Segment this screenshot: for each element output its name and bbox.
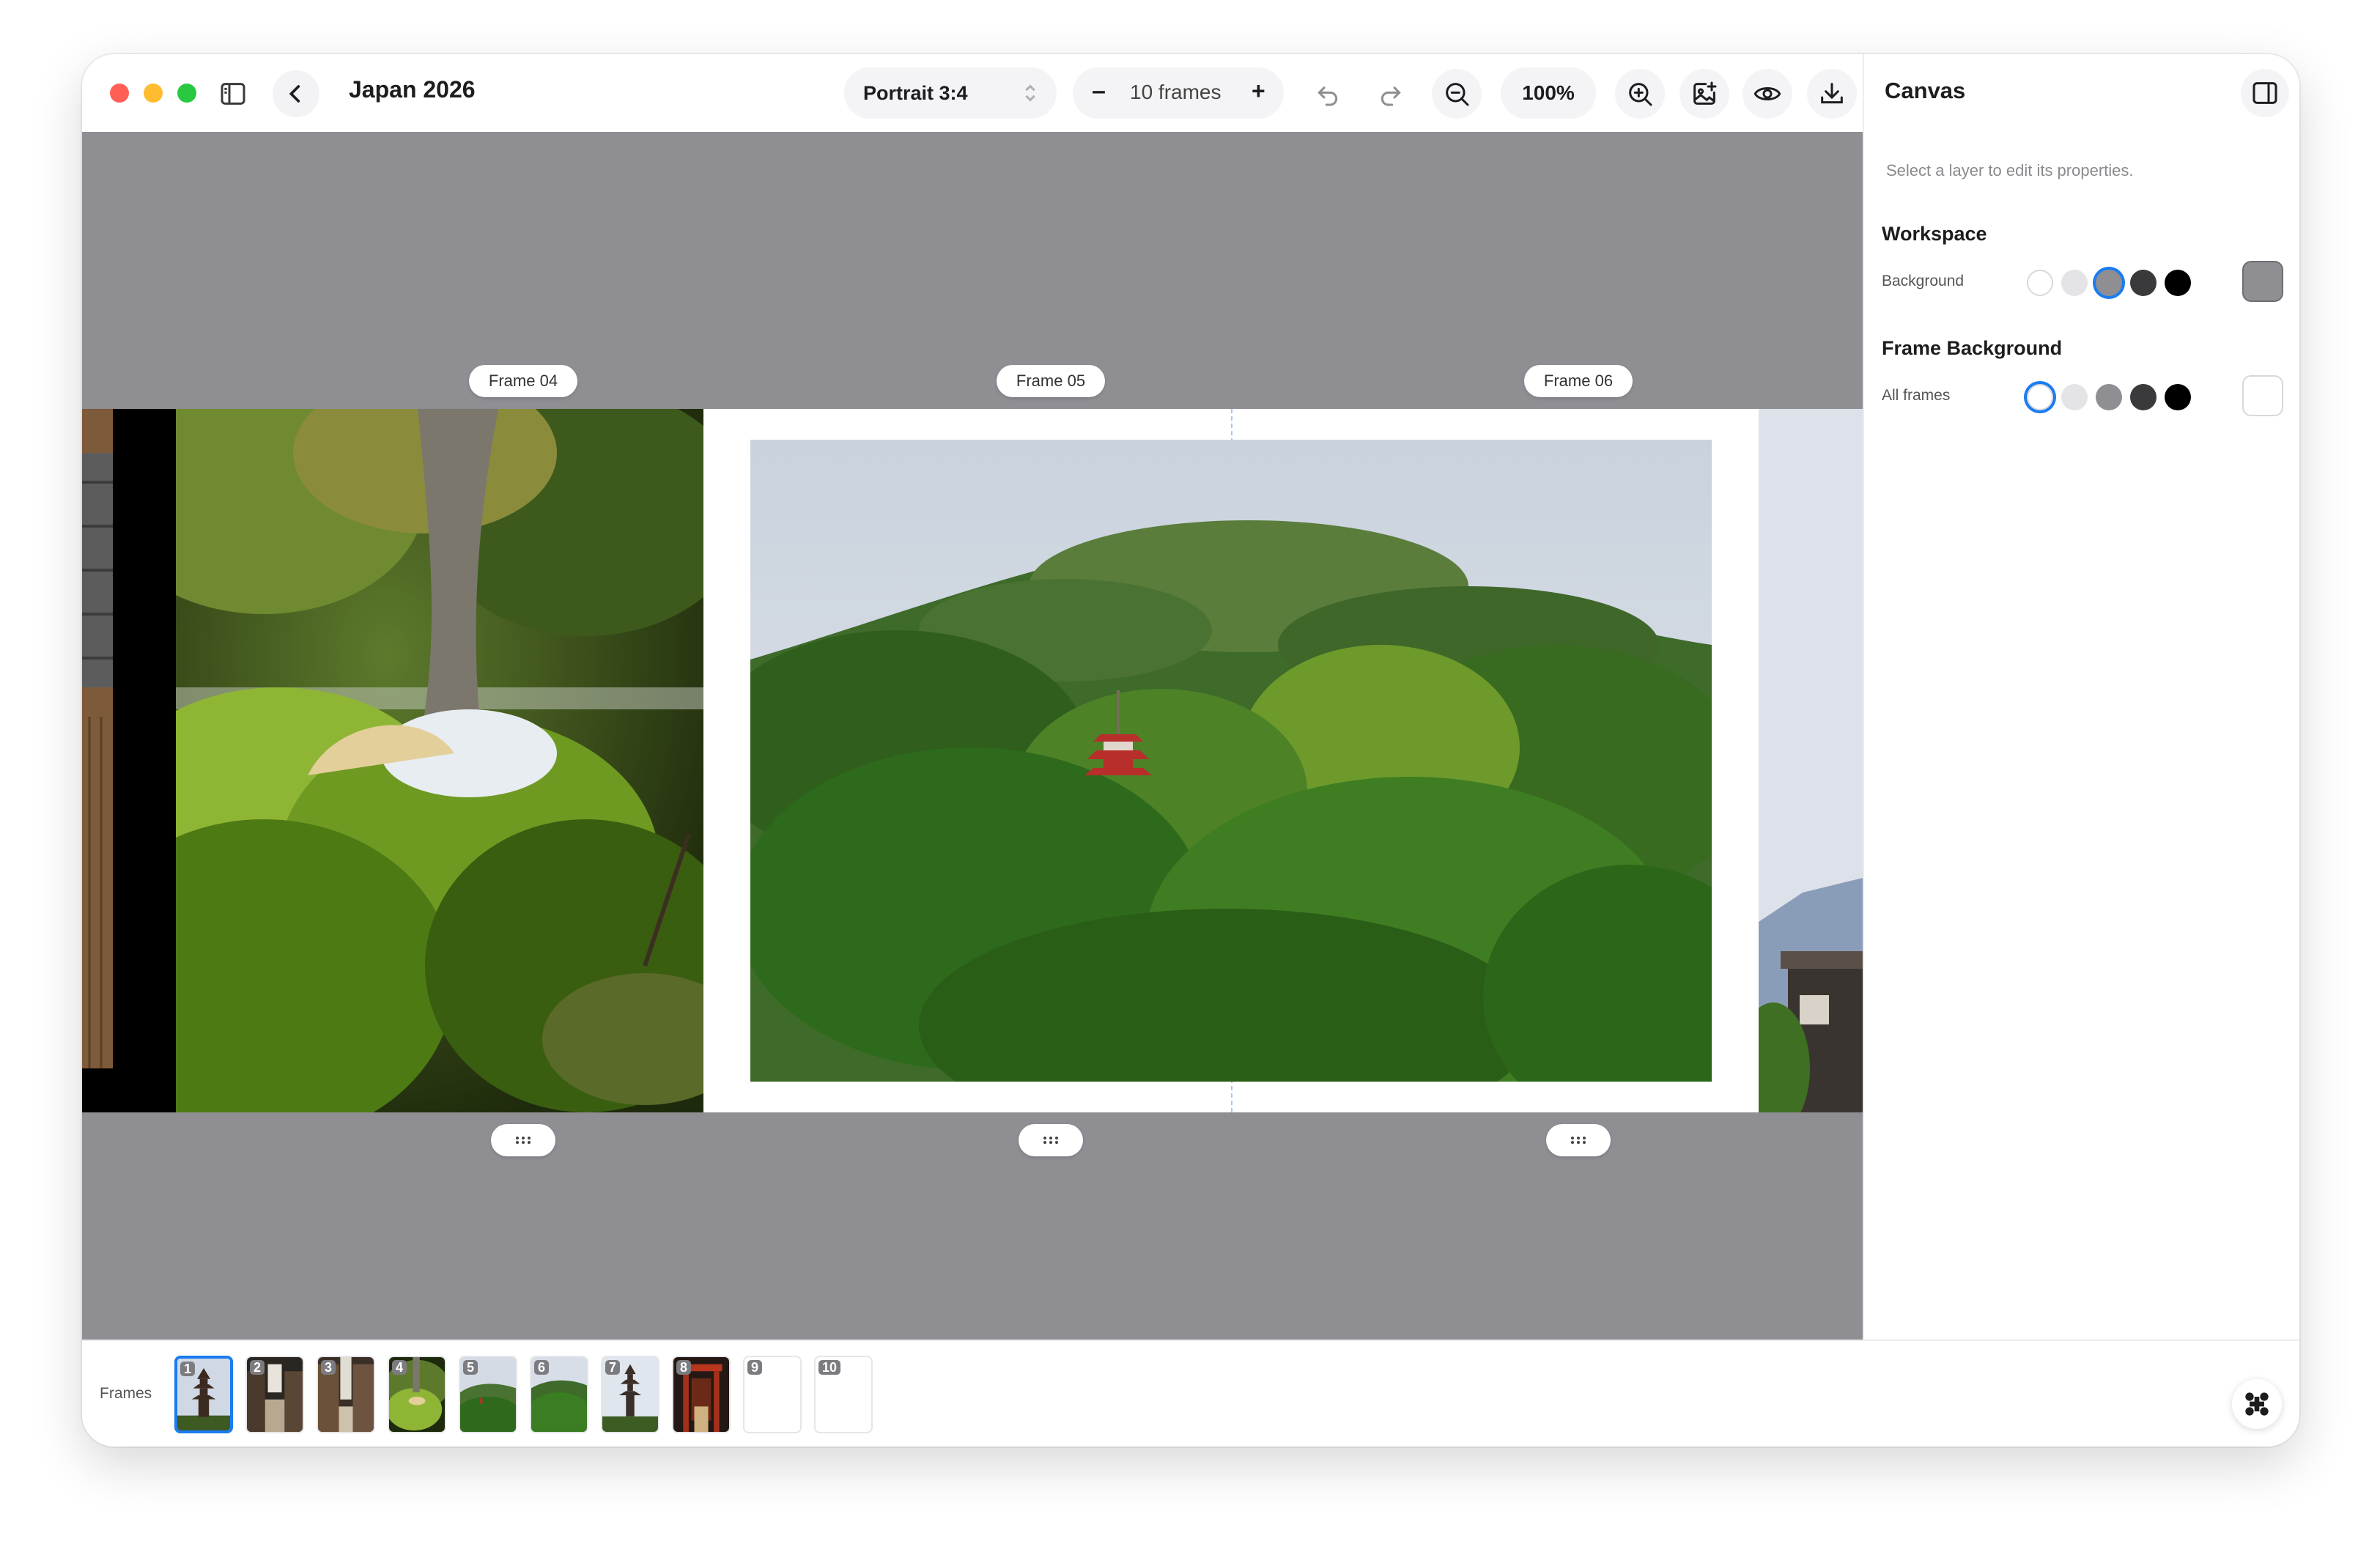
frame-04-drag-handle[interactable] xyxy=(491,1124,555,1156)
sidebar-right-icon xyxy=(2252,82,2277,104)
frame-thumbnail-number: 7 xyxy=(605,1360,621,1375)
frame-thumbnail[interactable]: 5 xyxy=(459,1356,517,1433)
back-button[interactable] xyxy=(273,70,319,117)
frame-thumbnail[interactable]: 9 xyxy=(743,1356,802,1433)
color-swatch[interactable] xyxy=(2096,270,2122,296)
color-swatch[interactable] xyxy=(2165,270,2191,296)
frame-thumbnail[interactable]: 3 xyxy=(317,1356,375,1433)
frame-04-label[interactable]: Frame 04 xyxy=(469,365,577,397)
color-swatch[interactable] xyxy=(2061,384,2088,410)
frame-thumbnail-number: 10 xyxy=(818,1360,841,1375)
zoom-out-icon xyxy=(1446,83,1469,106)
color-swatch[interactable] xyxy=(2165,384,2191,410)
color-swatch[interactable] xyxy=(2096,384,2122,410)
workspace-color-well[interactable] xyxy=(2242,261,2283,302)
frame-05-label[interactable]: Frame 05 xyxy=(997,365,1105,397)
frames-strip-label: Frames xyxy=(100,1385,152,1402)
preview-button[interactable] xyxy=(1742,69,1792,119)
project-title: Japan 2026 xyxy=(349,76,476,103)
frame-thumbnail-number: 1 xyxy=(180,1362,196,1376)
frame-thumbnail-number: 8 xyxy=(676,1360,692,1375)
frame-thumbnail-number: 2 xyxy=(250,1360,265,1375)
properties-panel: Canvas Select a layer to edit its proper… xyxy=(1863,54,2299,1340)
frame-06-label[interactable]: Frame 06 xyxy=(1524,365,1633,397)
frame-05-drag-handle[interactable] xyxy=(1019,1124,1083,1156)
workspace-title: Workspace xyxy=(1882,223,1987,245)
panel-title: Canvas xyxy=(1885,78,1966,103)
chevron-left-icon xyxy=(289,85,300,103)
add-image-button[interactable] xyxy=(1679,69,1729,119)
redo-icon[interactable] xyxy=(1370,73,1411,114)
close-window-button[interactable] xyxy=(110,84,129,103)
color-swatch[interactable] xyxy=(2061,270,2088,296)
drag-dots-icon xyxy=(1571,1137,1586,1144)
zoom-in-button[interactable] xyxy=(1615,69,1665,119)
color-swatch[interactable] xyxy=(2130,384,2157,410)
remove-frame-button[interactable]: – xyxy=(1092,77,1106,106)
add-image-icon xyxy=(1693,81,1717,105)
color-swatch[interactable] xyxy=(2027,384,2053,410)
frame-thumbnail[interactable]: 7 xyxy=(601,1356,659,1433)
frame-thumbnail[interactable]: 4 xyxy=(388,1356,446,1433)
frame-05-photo[interactable] xyxy=(750,440,1712,1082)
frame-thumbnail[interactable]: 2 xyxy=(245,1356,304,1433)
zoom-out-button[interactable] xyxy=(1432,69,1482,119)
toolbar: Japan 2026 Portrait 3:4 – 10 frames + 10… xyxy=(82,54,1863,132)
frame-04[interactable] xyxy=(176,409,703,1112)
drag-dots-icon xyxy=(516,1137,531,1144)
app-window: Japan 2026 Portrait 3:4 – 10 frames + 10… xyxy=(82,54,2299,1447)
add-frame-button[interactable]: + xyxy=(1252,78,1265,105)
frame-06-drag-handle[interactable] xyxy=(1546,1124,1611,1156)
frame-thumbnail[interactable]: 6 xyxy=(530,1356,588,1433)
download-icon xyxy=(1821,83,1843,104)
sidebar-toggle-icon[interactable] xyxy=(217,78,249,110)
frame-background-title: Frame Background xyxy=(1882,337,2063,359)
zoom-level[interactable]: 100% xyxy=(1501,67,1596,119)
frame-05[interactable] xyxy=(703,409,1759,1112)
workspace-background-label: Background xyxy=(1882,273,1965,289)
minimize-window-button[interactable] xyxy=(144,84,163,103)
frame-thumbnail-number: 9 xyxy=(747,1360,763,1375)
canvas-workspace[interactable]: Frame 04 Frame 05 Frame 06 xyxy=(82,132,1863,1340)
frame-thumbnail-number: 3 xyxy=(321,1360,336,1375)
undo-icon[interactable] xyxy=(1307,73,1348,114)
all-frames-label: All frames xyxy=(1882,387,1951,404)
frame-thumbnail[interactable]: 10 xyxy=(814,1356,873,1433)
eye-icon xyxy=(1753,87,1781,100)
frame-06-photo xyxy=(1759,409,1863,1112)
frame-03-photo xyxy=(82,409,113,1068)
frame-thumbnail-number: 5 xyxy=(463,1360,478,1375)
frame-thumbnail-number: 6 xyxy=(534,1360,550,1375)
color-swatch[interactable] xyxy=(2130,270,2157,296)
color-swatch[interactable] xyxy=(2027,270,2053,296)
chevron-updown-icon xyxy=(1025,84,1035,102)
frame-count-stepper: – 10 frames + xyxy=(1073,67,1284,119)
frame-background-color-well[interactable] xyxy=(2242,375,2283,416)
frame-03[interactable] xyxy=(82,409,176,1112)
frame-thumbnail[interactable]: 8 xyxy=(672,1356,731,1433)
drag-dots-icon xyxy=(1043,1137,1058,1144)
aspect-ratio-select[interactable]: Portrait 3:4 xyxy=(844,67,1057,119)
frames-strip: Frames 1 2 3 4 5 6 7 8 9 10 xyxy=(82,1340,2299,1447)
frame-count-label: 10 frames xyxy=(1130,81,1222,103)
zoom-in-icon xyxy=(1629,83,1652,106)
panel-toggle-button[interactable] xyxy=(2241,69,2289,117)
aspect-ratio-value: Portrait 3:4 xyxy=(863,81,968,104)
frame-04-photo xyxy=(176,409,703,1112)
export-button[interactable] xyxy=(1807,69,1857,119)
frame-06[interactable] xyxy=(1759,409,1863,1112)
grid-nodes-icon xyxy=(2245,1392,2269,1416)
layout-menu-button[interactable] xyxy=(2232,1379,2282,1429)
frame-thumbnail-number: 4 xyxy=(392,1360,407,1375)
maximize-window-button[interactable] xyxy=(177,84,196,103)
panel-hint: Select a layer to edit its properties. xyxy=(1886,161,2134,180)
frame-thumbnail[interactable]: 1 xyxy=(174,1356,233,1433)
